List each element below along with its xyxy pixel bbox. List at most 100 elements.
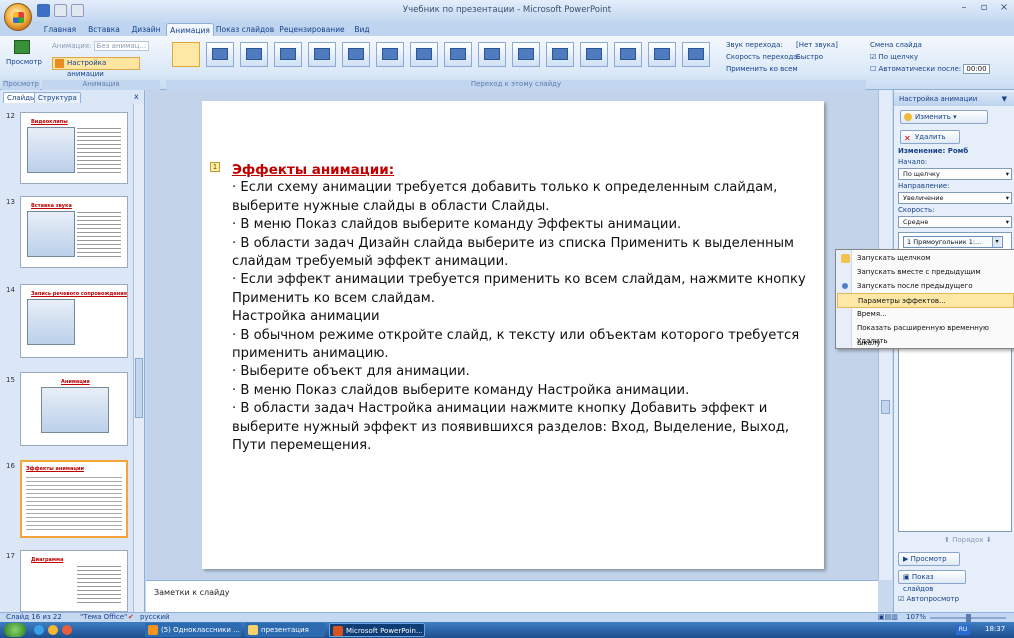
custom-animation-button[interactable]: Настройка анимации [52, 57, 140, 78]
slide-title[interactable]: Эффекты анимации: [232, 161, 812, 179]
language-indicator[interactable]: русский [140, 613, 170, 621]
undo-icon[interactable] [54, 4, 67, 17]
tab-home[interactable]: Главная [38, 23, 82, 36]
auto-time-input[interactable]: 00:00 [963, 64, 990, 74]
media-icon[interactable] [62, 625, 72, 635]
speed-row[interactable]: Скорость перехода: Быстро [726, 53, 866, 61]
preview-pane-button[interactable]: ▶ Просмотр [898, 552, 960, 566]
transition-1[interactable] [206, 42, 234, 67]
redo-icon[interactable] [71, 4, 84, 17]
effect-list-item[interactable]: 1 Прямоугольник 1:... ▾ [903, 236, 1003, 248]
zoom-slider[interactable] [930, 614, 1006, 622]
transition-15[interactable] [682, 42, 710, 67]
tab-animation[interactable]: Анимация [166, 23, 214, 36]
slide-thumb-17[interactable]: Диаграмма [20, 550, 128, 612]
taskbar-item-powerpoint[interactable]: Microsoft PowerPoin... [329, 623, 425, 637]
speed-select[interactable]: Средне ▾ [898, 216, 1012, 228]
view-buttons[interactable]: ▣▤▥ [878, 613, 898, 621]
save-icon[interactable] [37, 4, 50, 17]
transition-10[interactable] [512, 42, 540, 67]
transition-2[interactable] [240, 42, 268, 67]
auto-after-checkbox[interactable]: ☐ Автоматически после: 00:00 [870, 64, 990, 74]
transition-none[interactable] [172, 42, 200, 67]
tab-slideshow[interactable]: Показ слайдов [214, 23, 276, 36]
transition-12[interactable] [580, 42, 608, 67]
slide-body[interactable]: Эффекты анимации: · Если схему анимации … [232, 161, 812, 456]
minimize-icon[interactable]: – [955, 2, 973, 16]
direction-select[interactable]: Увеличение ▾ [898, 192, 1012, 204]
browser-icon[interactable] [34, 625, 44, 635]
spellcheck-icon[interactable]: ✔ [128, 613, 134, 621]
language-bar[interactable]: RU [956, 625, 970, 635]
status-bar: Слайд 16 из 22 "Тема Office" ✔ русский ▣… [0, 612, 1014, 622]
start-button[interactable] [4, 623, 26, 637]
slides-scrollbar[interactable] [133, 104, 144, 612]
menu-item-remove[interactable]: Удалить [837, 335, 1014, 348]
tab-outline[interactable]: Структура [34, 92, 81, 103]
edit-scroll-thumb[interactable] [881, 400, 890, 414]
menu-item-after-previous[interactable]: Запускать после предыдущего [837, 279, 1014, 294]
speed-value[interactable]: Быстро [796, 53, 823, 61]
slide-thumb-16[interactable]: Эффекты анимации [20, 460, 128, 538]
animation-order-marker[interactable]: 1 [210, 162, 220, 172]
change-effect-label: Изменить [915, 113, 951, 121]
preview-label: Просмотр [6, 58, 42, 66]
slide-canvas[interactable]: Эффекты анимации: · Если схему анимации … [202, 101, 824, 569]
transition-14[interactable] [648, 42, 676, 67]
on-click-checkbox[interactable]: ☑ По щелчку [870, 53, 918, 61]
menu-item-start-on-click[interactable]: Запускать щелчком [837, 251, 1014, 266]
menu-item-with-previous[interactable]: Запускать вместе с предыдущим [837, 265, 1014, 280]
transition-11[interactable] [546, 42, 574, 67]
zoom-slider-thumb[interactable] [966, 614, 971, 622]
sound-value[interactable]: [Нет звука] [796, 41, 838, 49]
effect-item-dropdown[interactable]: ▾ [992, 237, 1001, 247]
slide-thumb-12[interactable]: Видеоклипы [20, 112, 128, 184]
tab-insert[interactable]: Вставка [82, 23, 126, 36]
menu-item-show-timeline[interactable]: Показать расширенную временную шкалу [837, 321, 1014, 347]
theme-name[interactable]: "Тема Office" [80, 613, 127, 621]
notes-field[interactable]: Заметки к слайду [146, 580, 878, 612]
transition-6[interactable] [376, 42, 404, 67]
tab-view[interactable]: Вид [348, 23, 376, 36]
tab-design[interactable]: Дизайн [126, 23, 166, 36]
maximize-icon[interactable]: ▫ [975, 2, 993, 16]
autopreview-checkbox[interactable]: ☑ Автопросмотр [898, 595, 959, 603]
slideshow-pane-button[interactable]: ▣ Показ слайдов [898, 570, 966, 593]
change-effect-button[interactable]: Изменить ▾ [900, 110, 988, 124]
transition-4[interactable] [308, 42, 336, 67]
start-select[interactable]: По щелчку ▾ [898, 168, 1012, 180]
apply-all-button[interactable]: Применить ко всем [726, 65, 798, 73]
zoom-level[interactable]: 107% [906, 613, 926, 621]
slide-thumb-15[interactable]: Анимация [20, 372, 128, 446]
menu-item-timing[interactable]: Время... [837, 307, 1014, 322]
preview-button[interactable]: Просмотр [6, 40, 42, 74]
menu-item-effect-options[interactable]: Параметры эффектов... [837, 293, 1014, 308]
scroll-thumb[interactable] [135, 358, 143, 418]
up-arrow-icon[interactable]: ⬆ [944, 536, 950, 544]
close-panel-icon[interactable]: x [134, 92, 139, 101]
tab-review[interactable]: Рецензирование [276, 23, 348, 36]
animation-dropdown[interactable]: Анимация: Без анимац... [52, 41, 150, 51]
transition-9[interactable] [478, 42, 506, 67]
slide-thumb-14[interactable]: Запись речевого сопровождения [20, 284, 128, 358]
slide-number: 14 [6, 286, 15, 294]
close-icon[interactable]: × [995, 2, 1013, 16]
delete-effect-button[interactable]: ✕ Удалить [900, 130, 960, 144]
slide-thumb-13[interactable]: Вставка звука [20, 196, 128, 268]
down-arrow-icon[interactable]: ⬇ [986, 536, 992, 544]
transition-8[interactable] [444, 42, 472, 67]
speed-value: Средне [903, 218, 929, 226]
transition-13[interactable] [614, 42, 642, 67]
sound-row[interactable]: Звук перехода: [Нет звука] [726, 41, 866, 49]
order-label: Порядок [952, 536, 984, 544]
folder-icon[interactable] [48, 625, 58, 635]
transition-3[interactable] [274, 42, 302, 67]
slide-line: · Если схему анимации требуется добавить… [232, 180, 778, 214]
office-button[interactable] [4, 3, 32, 31]
custom-animation-label: Настройка анимации [67, 59, 107, 78]
transition-7[interactable] [410, 42, 438, 67]
pane-menu-icon[interactable]: ▼ [1002, 92, 1007, 106]
transition-5[interactable] [342, 42, 370, 67]
taskbar-item-presentation[interactable]: презентация [245, 623, 325, 637]
taskbar-item-odnoklassniki[interactable]: (5) Одноклассники ... [145, 623, 241, 637]
